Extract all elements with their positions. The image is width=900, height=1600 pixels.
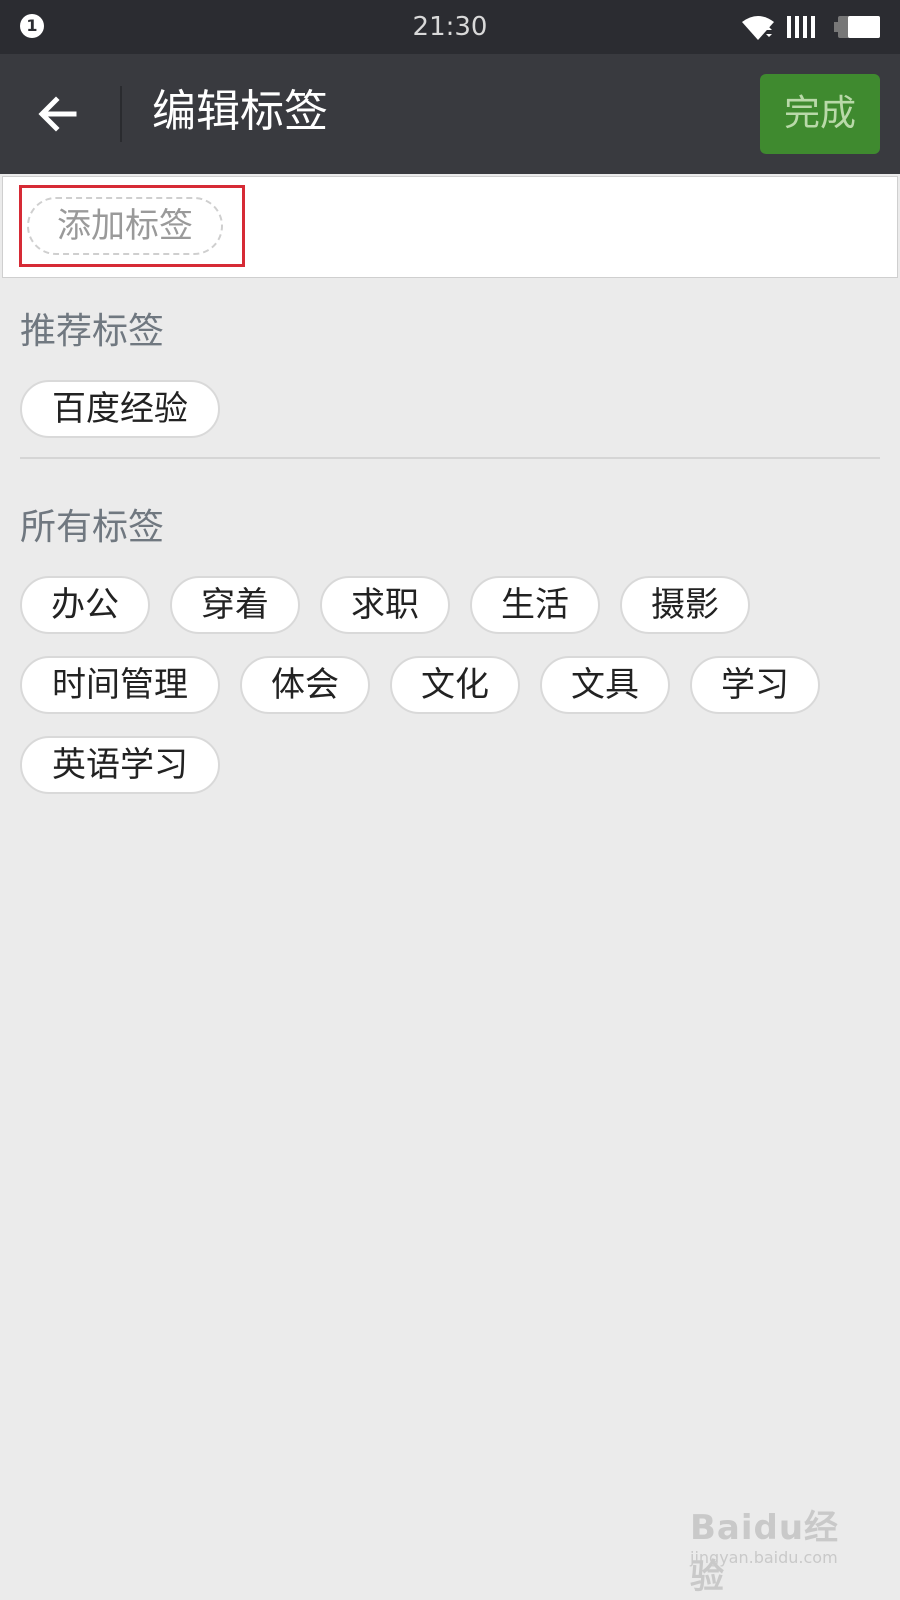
tag-chip[interactable]: 时间管理 (20, 656, 220, 714)
status-bar: 1 21:30 (0, 0, 900, 54)
tag-chip[interactable]: 学习 (690, 656, 820, 714)
done-button[interactable]: 完成 (760, 74, 880, 154)
tag-chip[interactable]: 办公 (20, 576, 150, 634)
signal-icon (787, 16, 815, 38)
tag-chip[interactable]: 求职 (320, 576, 450, 634)
back-button[interactable] (30, 86, 90, 142)
add-tag-input[interactable]: 添加标签 (27, 197, 223, 255)
tag-chip[interactable]: 生活 (470, 576, 600, 634)
baidu-watermark: Baidu经验 jingyan.baidu.com (690, 1480, 870, 1597)
tag-chip[interactable]: 穿着 (170, 576, 300, 634)
page-title: 编辑标签 (152, 86, 328, 137)
tag-chip[interactable]: 体会 (240, 656, 370, 714)
tag-chip[interactable]: 英语学习 (20, 736, 220, 794)
recommended-tags-title: 推荐标签 (20, 311, 165, 352)
tag-input-area: 添加标签 (2, 176, 898, 278)
appbar-divider (120, 86, 122, 142)
tag-chip[interactable]: 文具 (540, 656, 670, 714)
tag-chip[interactable]: 摄影 (620, 576, 750, 634)
section-divider (20, 457, 880, 459)
app-bar: 编辑标签 完成 (0, 54, 900, 174)
all-tags-title: 所有标签 (20, 507, 165, 548)
arrow-left-icon (38, 96, 77, 132)
watermark-url: jingyan.baidu.com (690, 1548, 838, 1567)
tag-chip[interactable]: 文化 (390, 656, 520, 714)
recommended-tag[interactable]: 百度经验 (20, 380, 220, 438)
battery-icon (834, 16, 880, 38)
wifi-icon (742, 16, 774, 40)
